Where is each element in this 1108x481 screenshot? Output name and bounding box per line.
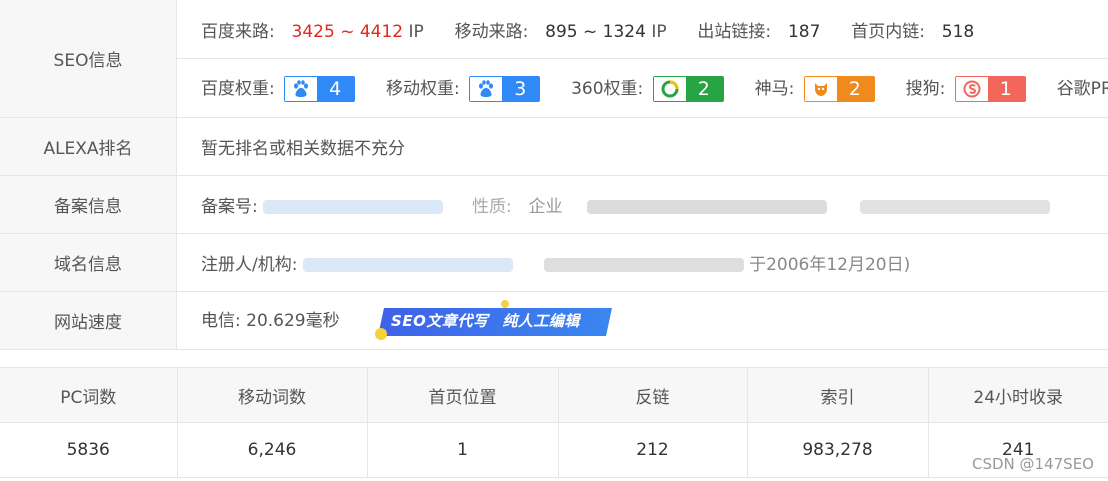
outbound-links-label: 出站链接: (697, 21, 772, 42)
redacted-approval-time (860, 200, 1051, 214)
seo-weights-row: 百度权重: 4 移动权重: 3 360权重: 2 神马: 2 搜狗: 1 谷歌P (176, 58, 1108, 118)
icp-label: 备案信息 (0, 175, 177, 234)
mobile-weight-value: 3 (502, 77, 540, 102)
weight-360-badge[interactable]: 2 (652, 76, 724, 103)
sogou-weight-value: 1 (987, 77, 1025, 102)
stats-header-mobile-words: 移动词数 (177, 367, 368, 423)
shenma-weight-value: 2 (836, 77, 874, 102)
baidu-traffic-value: 3425 ~ 4412 (291, 21, 404, 42)
domain-row: 注册人/机构: 于2006年12月20日) (176, 233, 1108, 292)
promo-text-2: 纯人工编辑 (502, 311, 580, 330)
seo-info-label: SEO信息 (0, 0, 177, 118)
mobile-traffic-label: 移动来路: (454, 21, 529, 42)
stats-table: PC词数 移动词数 首页位置 反链 索引 24小时收录 5836 6,246 1… (0, 367, 1108, 478)
outbound-links-value: 187 (787, 21, 821, 42)
stats-index[interactable]: 983,278 (747, 422, 929, 478)
csdn-watermark: CSDN @147SEO (972, 455, 1094, 473)
baidu-traffic-label: 百度来路: (201, 21, 275, 42)
promo-dot-icon (375, 327, 388, 340)
redacted-company-name (587, 200, 828, 214)
baidu-weight-badge[interactable]: 4 (284, 76, 356, 103)
weight-360-label: 360权重: (571, 79, 644, 100)
seo-traffic-row: 百度来路: 3425 ~ 4412 IP 移动来路: 895 ~ 1324 IP… (176, 0, 1108, 60)
promo-dot-small-icon (501, 299, 510, 308)
360-logo-icon (653, 77, 686, 102)
baidu-paw-icon (285, 77, 318, 102)
stats-header-backlinks: 反链 (558, 367, 748, 423)
icp-nature-label: 性质: (471, 197, 512, 217)
mobile-traffic-unit: IP (651, 21, 667, 42)
redacted-registrar (543, 258, 744, 272)
registrant-label: 注册人/机构: (201, 255, 298, 275)
internal-links-value: 518 (941, 21, 975, 42)
speed-value: 电信: 20.629毫秒 (201, 310, 340, 331)
icp-number-label: 备案号: (201, 197, 258, 217)
stats-header-row: PC词数 移动词数 首页位置 反链 索引 24小时收录 (0, 367, 1108, 423)
stats-header-index: 索引 (747, 367, 929, 423)
internal-links-label: 首页内链: (851, 21, 925, 42)
sogou-label: 搜狗: (905, 79, 946, 100)
mobile-weight-label: 移动权重: (386, 79, 460, 100)
stats-value-row: 5836 6,246 1 212 983,278 241 (0, 422, 1108, 478)
domain-date-fragment: 于2006年12月20日) (749, 255, 911, 275)
stats-header-homepage-position: 首页位置 (367, 367, 559, 423)
domain-info-label: 域名信息 (0, 233, 177, 292)
weight-360-value: 2 (685, 77, 723, 102)
redacted-registrant (302, 258, 513, 272)
icp-nature-value: 企业 (528, 197, 563, 217)
stats-homepage-position: 1 (367, 422, 559, 478)
baidu-weight-value: 4 (317, 77, 355, 102)
alexa-value: 暂无排名或相关数据不充分 (176, 117, 1108, 176)
stats-header-24h-indexed: 24小时收录 (928, 367, 1108, 423)
icp-row: 备案号: 性质: 企业 (176, 175, 1108, 234)
shenma-label: 神马: (754, 79, 795, 100)
seo-writing-promo-banner[interactable]: SEO文章代写 纯人工编辑 (375, 299, 613, 340)
redacted-icp-number (263, 200, 444, 214)
shenma-horse-icon (804, 77, 837, 102)
shenma-weight-badge[interactable]: 2 (803, 76, 875, 103)
promo-text-1: SEO文章代写 (391, 311, 489, 330)
site-info-table: SEO信息 百度来路: 3425 ~ 4412 IP 移动来路: 895 ~ 1… (0, 0, 1108, 350)
stats-mobile-words[interactable]: 6,246 (177, 422, 368, 478)
baidu-traffic-unit: IP (408, 21, 424, 42)
stats-header-pc-words: PC词数 (0, 367, 178, 423)
google-pr-label: 谷歌PR: (1056, 79, 1108, 100)
speed-row: 电信: 20.629毫秒 SEO文章代写 纯人工编辑 (176, 291, 1108, 350)
stats-backlinks[interactable]: 212 (558, 422, 748, 478)
mobile-traffic-value: 895 ~ 1324 (545, 21, 646, 42)
mobile-weight-badge[interactable]: 3 (469, 76, 541, 103)
sogou-logo-icon (955, 77, 988, 102)
sogou-weight-badge[interactable]: 1 (954, 76, 1026, 103)
baidu-weight-label: 百度权重: (201, 79, 275, 100)
stats-pc-words[interactable]: 5836 (0, 422, 178, 478)
speed-label: 网站速度 (0, 291, 177, 350)
alexa-label: ALEXA排名 (0, 117, 177, 176)
mobile-paw-icon (470, 77, 503, 102)
